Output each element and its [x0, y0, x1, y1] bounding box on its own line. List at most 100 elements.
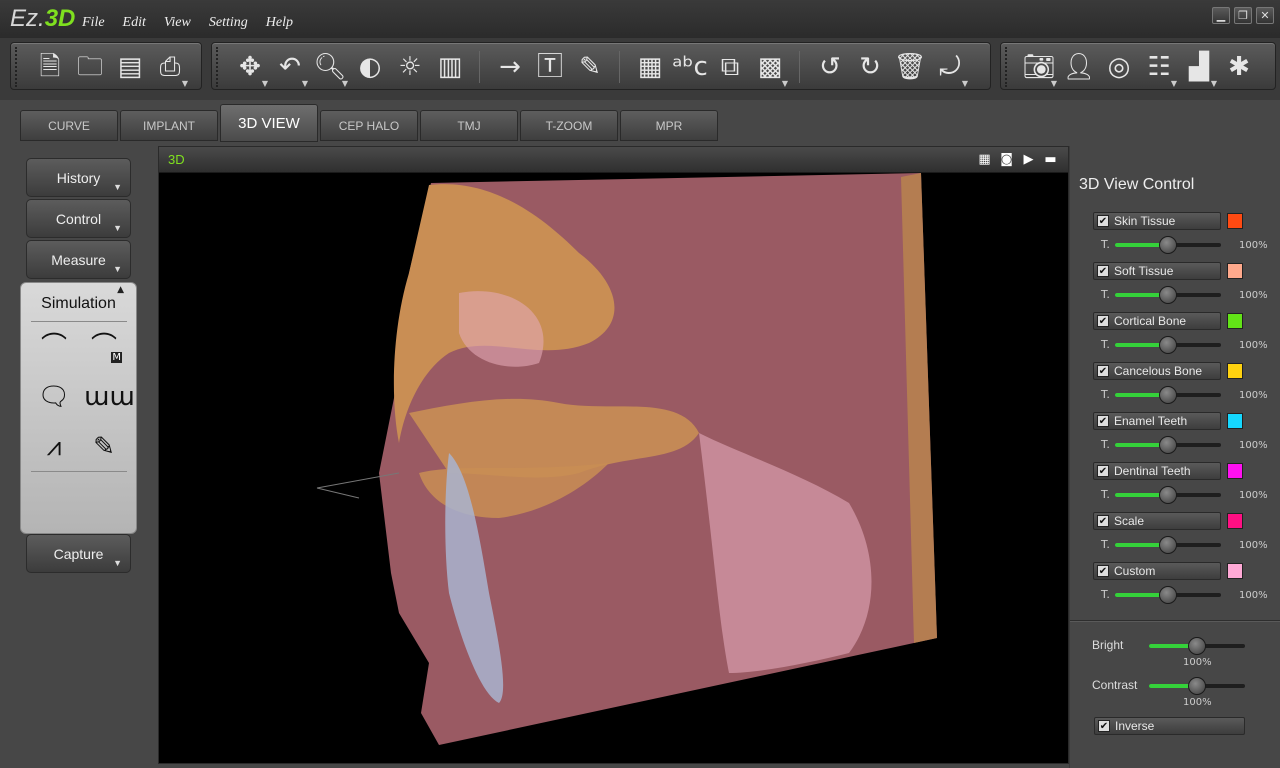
slider-handle[interactable] [1159, 336, 1177, 354]
brightness-icon[interactable]: ☼ [392, 49, 428, 85]
arch-m-icon[interactable]: ⌒ M [84, 329, 124, 365]
menu-view[interactable]: View [164, 15, 191, 31]
inverse-checkbox[interactable]: ✔ [1098, 720, 1110, 732]
menu-help[interactable]: Help [266, 15, 293, 31]
layer-toggle[interactable]: ✔ Skin Tissue [1093, 212, 1221, 230]
history-button[interactable]: History ▼ [26, 158, 131, 197]
capture-button[interactable]: Capture ▼ [26, 534, 131, 573]
new-document-icon[interactable]: 🗎 [32, 49, 68, 85]
transparency-slider[interactable] [1115, 336, 1221, 354]
sliders-icon[interactable]: ☷ ▼ [1141, 49, 1177, 88]
print-icon[interactable]: ⎙ ▼ [152, 49, 188, 88]
transparency-slider[interactable] [1115, 536, 1221, 554]
bright-slider[interactable] [1149, 637, 1245, 655]
transparency-slider[interactable] [1115, 386, 1221, 404]
slider-handle[interactable] [1159, 436, 1177, 454]
bright-slider-handle[interactable] [1188, 637, 1206, 655]
tab-tmj[interactable]: TMJ [420, 110, 518, 141]
layer-checkbox[interactable]: ✔ [1097, 465, 1109, 477]
camera-icon[interactable]: 📷︎ ▼ [1021, 49, 1057, 88]
toolbar-grip[interactable] [15, 47, 19, 87]
grid-icon[interactable]: ▦ [977, 151, 992, 168]
control-button[interactable]: Control ▼ [26, 199, 131, 238]
play-icon[interactable]: ▶ [1021, 151, 1036, 168]
abc-icon[interactable]: ᵃᵇc [672, 49, 708, 85]
toolbar-grip[interactable] [1005, 47, 1009, 87]
transparency-slider[interactable] [1115, 436, 1221, 454]
reset-icon[interactable]: ⤾ ▼ [932, 49, 968, 88]
arch-icon[interactable]: ⌒ [34, 329, 74, 365]
layer-toggle[interactable]: ✔ Cancelous Bone [1093, 362, 1221, 380]
tab-implant[interactable]: IMPLANT [120, 110, 218, 141]
layer-checkbox[interactable]: ✔ [1097, 315, 1109, 327]
pencil-icon[interactable]: ✎ [572, 49, 608, 85]
3d-viewport[interactable]: 3D ▦ ◙ ▶ ▬ [158, 146, 1069, 764]
measure-button[interactable]: Measure ▼ [26, 240, 131, 279]
open-folder-icon[interactable]: 🗀 [72, 49, 108, 85]
chevron-up-icon[interactable]: ▲ [117, 285, 124, 295]
layer-color-swatch[interactable] [1227, 363, 1243, 379]
camera-icon[interactable]: ◙ [999, 151, 1014, 168]
tab-3d-view[interactable]: 3D VIEW [220, 104, 318, 142]
menu-setting[interactable]: Setting [209, 15, 248, 31]
zoom-icon[interactable]: 🔍︎ ▼ [312, 49, 348, 88]
close-icon[interactable]: ✕ [1256, 7, 1274, 24]
tools-icon[interactable]: ✱ [1221, 49, 1257, 85]
transparency-slider[interactable] [1115, 286, 1221, 304]
menu-file[interactable]: File [82, 15, 105, 31]
layer-checkbox[interactable]: ✔ [1097, 365, 1109, 377]
slider-handle[interactable] [1159, 586, 1177, 604]
redo-icon[interactable]: ↻ [852, 49, 888, 85]
slider-handle[interactable] [1159, 236, 1177, 254]
layer-checkbox[interactable]: ✔ [1097, 515, 1109, 527]
undo-icon[interactable]: ↺ [812, 49, 848, 85]
move-icon[interactable]: ✥ ▼ [232, 49, 268, 88]
layer-color-swatch[interactable] [1227, 313, 1243, 329]
layers-icon[interactable]: ▦ [632, 49, 668, 85]
layer-checkbox[interactable]: ✔ [1097, 415, 1109, 427]
teeth-row-icon[interactable]: ɯɯ [84, 379, 135, 415]
arrow-icon[interactable]: → [492, 49, 528, 85]
tab-curve[interactable]: CURVE [20, 110, 118, 141]
layer-color-swatch[interactable] [1227, 513, 1243, 529]
undo-rotate-icon[interactable]: ↶ ▼ [272, 49, 308, 88]
layer-toggle[interactable]: ✔ Soft Tissue [1093, 262, 1221, 280]
layer-checkbox[interactable]: ✔ [1097, 265, 1109, 277]
layer-color-swatch[interactable] [1227, 413, 1243, 429]
transparency-slider[interactable] [1115, 486, 1221, 504]
maximize-icon[interactable]: ▬ [1043, 151, 1058, 168]
transparency-slider[interactable] [1115, 586, 1221, 604]
3d-render-canvas[interactable] [159, 173, 1068, 763]
columns-icon[interactable]: ▥ [432, 49, 468, 85]
restore-icon[interactable]: ❐ [1234, 7, 1252, 24]
layer-toggle[interactable]: ✔ Dentinal Teeth [1093, 462, 1221, 480]
image-icon[interactable]: ▟ ▼ [1181, 49, 1217, 88]
cube-icon[interactable]: ⧉ [712, 49, 748, 85]
layer-toggle[interactable]: ✔ Custom [1093, 562, 1221, 580]
slider-handle[interactable] [1159, 386, 1177, 404]
target-icon[interactable]: ◎ [1101, 49, 1137, 85]
teeth-front-icon[interactable]: 🗨︎ [34, 379, 74, 415]
tab-cep-halo[interactable]: CEP HALO [320, 110, 418, 141]
inverse-toggle[interactable]: ✔ Inverse [1094, 717, 1245, 735]
slider-handle[interactable] [1159, 486, 1177, 504]
brush-icon[interactable]: ✎ [84, 429, 124, 465]
slider-handle[interactable] [1159, 286, 1177, 304]
contrast-icon[interactable]: ◐ [352, 49, 388, 85]
menu-edit[interactable]: Edit [123, 15, 146, 31]
minimize-icon[interactable]: ▁ [1212, 7, 1230, 24]
transparency-slider[interactable] [1115, 236, 1221, 254]
tab-t-zoom[interactable]: T-ZOOM [520, 110, 618, 141]
trash-icon[interactable]: 🗑︎ [892, 49, 928, 85]
waveform-icon[interactable]: ⩘ [34, 429, 74, 465]
contrast-slider[interactable] [1149, 677, 1245, 695]
layer-color-swatch[interactable] [1227, 463, 1243, 479]
layer-checkbox[interactable]: ✔ [1097, 565, 1109, 577]
save-icon[interactable]: ▤ [112, 49, 148, 85]
tab-mpr[interactable]: MPR [620, 110, 718, 141]
layer-toggle[interactable]: ✔ Enamel Teeth [1093, 412, 1221, 430]
layer-color-swatch[interactable] [1227, 563, 1243, 579]
layer-toggle[interactable]: ✔ Cortical Bone [1093, 312, 1221, 330]
layer-color-swatch[interactable] [1227, 213, 1243, 229]
text-icon[interactable]: 🅃 [532, 49, 568, 85]
